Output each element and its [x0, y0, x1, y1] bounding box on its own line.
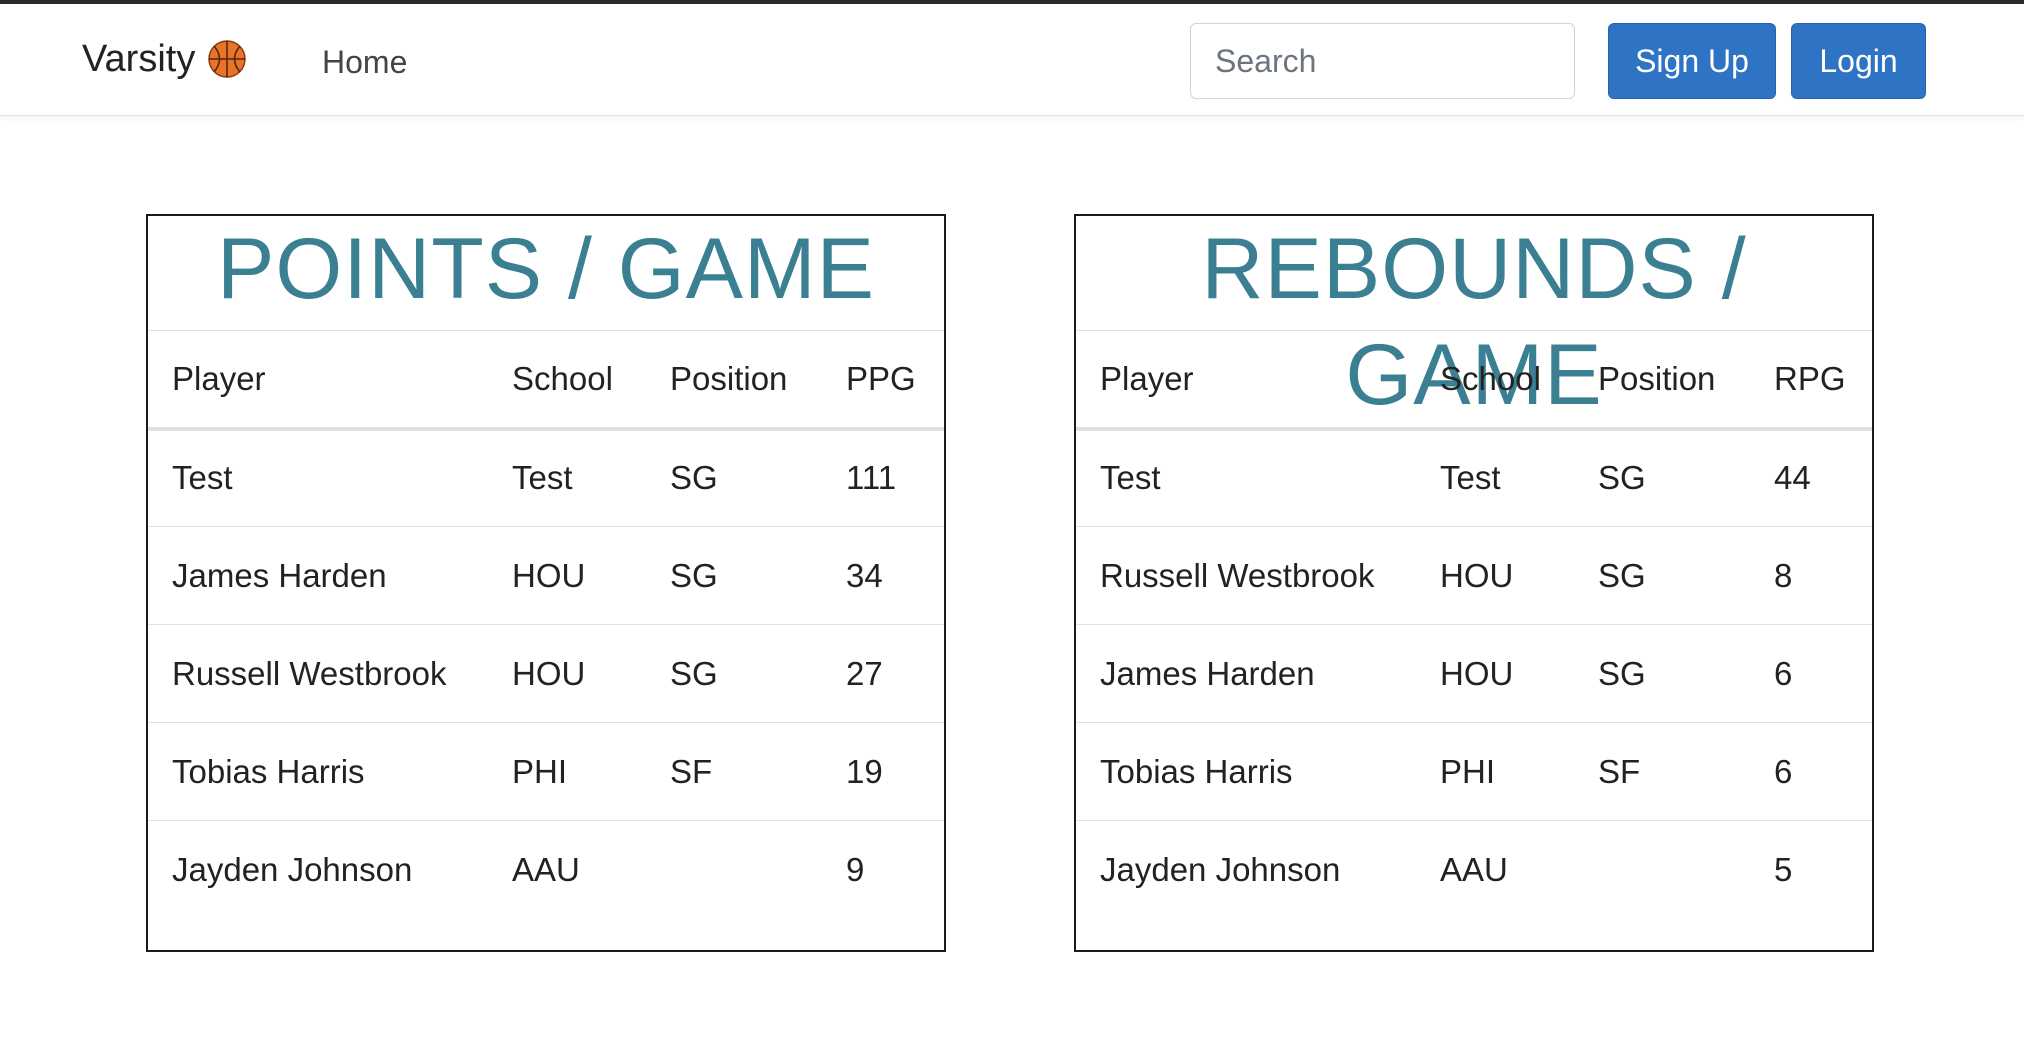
table-row: Test Test SG 44 [1076, 429, 1872, 527]
ppg-header-player: Player [172, 359, 266, 397]
rpg-title: REBOUNDS / GAME [1201, 221, 1747, 423]
position-cell [1574, 821, 1750, 919]
position-cell [646, 821, 822, 919]
ppg-cell: 19 [846, 752, 883, 790]
player-cell: Test [172, 459, 233, 497]
points-per-game-card: POINTS / GAME Player School Position PPG… [146, 214, 946, 952]
player-cell: Tobias Harris [1100, 752, 1293, 790]
position-cell: SG [670, 556, 718, 594]
position-cell: SG [1598, 556, 1646, 594]
basketball-icon [208, 40, 247, 78]
school-cell: AAU [512, 850, 580, 888]
table-row: Tobias Harris PHI SF 19 [148, 723, 944, 821]
school-cell: Test [1440, 459, 1501, 497]
ppg-cell: 111 [846, 459, 897, 497]
ppg-cell: 34 [846, 556, 883, 594]
rpg-cell: 6 [1774, 654, 1793, 692]
school-cell: HOU [512, 654, 586, 692]
player-cell: James Harden [172, 556, 387, 594]
rpg-cell: 6 [1774, 752, 1793, 790]
position-cell: SG [670, 459, 718, 497]
rpg-cell: 5 [1774, 850, 1793, 888]
school-cell: HOU [1440, 556, 1514, 594]
player-cell: Jayden Johnson [1100, 850, 1341, 888]
position-cell: SG [1598, 654, 1646, 692]
brand-link[interactable]: Varsity [82, 34, 247, 84]
player-cell: Jayden Johnson [172, 850, 413, 888]
nav-home-link[interactable]: Home [322, 40, 407, 84]
table-row: James Harden HOU SG 34 [148, 527, 944, 625]
school-cell: PHI [512, 752, 568, 790]
player-cell: Russell Westbrook [1100, 556, 1375, 594]
school-cell: PHI [1440, 752, 1496, 790]
sign-up-button[interactable]: Sign Up [1608, 23, 1776, 99]
ppg-cell: 9 [846, 850, 865, 888]
player-cell: Test [1100, 459, 1161, 497]
school-cell: HOU [512, 556, 586, 594]
table-row: Test Test SG 111 [148, 429, 944, 527]
navbar: Varsity Home Sign Up Login [0, 4, 2024, 116]
position-cell: SG [670, 654, 718, 692]
login-button[interactable]: Login [1791, 23, 1926, 99]
table-row: Jayden Johnson AAU 5 [1076, 821, 1872, 919]
player-cell: Tobias Harris [172, 752, 365, 790]
table-row: James Harden HOU SG 6 [1076, 625, 1872, 723]
table-row: Russell Westbrook HOU SG 27 [148, 625, 944, 723]
ppg-table: Player School Position PPG Test Test SG … [148, 330, 944, 919]
position-cell: SF [670, 752, 713, 790]
table-row: Jayden Johnson AAU 9 [148, 821, 944, 919]
rpg-cell: 8 [1774, 556, 1793, 594]
table-row: Tobias Harris PHI SF 6 [1076, 723, 1872, 821]
school-cell: Test [512, 459, 573, 497]
rebounds-per-game-card: REBOUNDS / GAME Player School Position R… [1074, 214, 1874, 952]
position-cell: SG [1598, 459, 1646, 497]
player-cell: Russell Westbrook [172, 654, 447, 692]
ppg-title: POINTS / GAME [216, 221, 876, 317]
search-input[interactable] [1190, 23, 1575, 99]
brand-name: Varsity [82, 37, 196, 80]
ppg-header-value: PPG [846, 359, 916, 397]
school-cell: AAU [1440, 850, 1508, 888]
ppg-header-row: Player School Position PPG [148, 330, 944, 429]
player-cell: James Harden [1100, 654, 1315, 692]
table-row: Russell Westbrook HOU SG 8 [1076, 527, 1872, 625]
school-cell: HOU [1440, 654, 1514, 692]
ppg-cell: 27 [846, 654, 883, 692]
ppg-header-school: School [512, 359, 613, 397]
rpg-header-value: RPG [1774, 359, 1846, 397]
position-cell: SF [1598, 752, 1641, 790]
ppg-header-position: Position [670, 359, 788, 397]
rpg-cell: 44 [1774, 459, 1811, 497]
